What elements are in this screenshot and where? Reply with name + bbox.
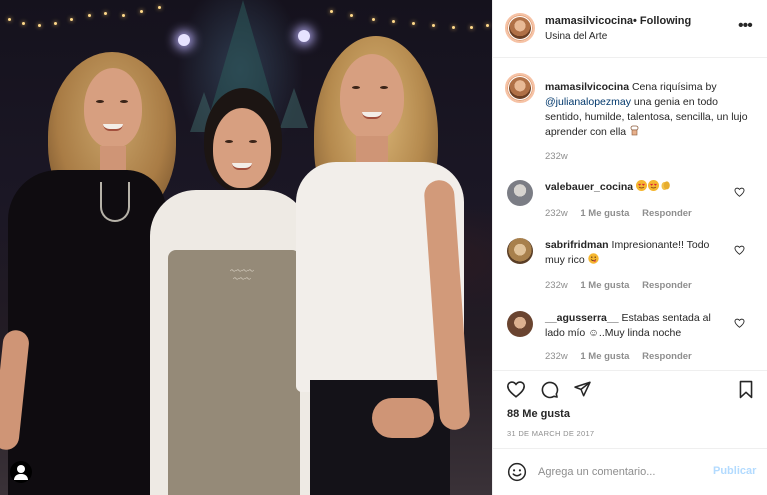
- caption-author-avatar[interactable]: [505, 73, 535, 103]
- caption-text-before: Cena riquísima by: [631, 81, 717, 93]
- post-caption: mamasilvicocina Cena riquísima by @julia…: [545, 80, 750, 140]
- apron-embroidery: 〜〜〜〜 〜〜〜: [229, 268, 254, 283]
- follow-status[interactable]: • Following: [633, 15, 691, 27]
- paper-plane-icon[interactable]: [573, 380, 592, 398]
- reply-button[interactable]: Responder: [642, 208, 692, 219]
- publish-button[interactable]: Publicar: [713, 465, 756, 477]
- comment-age[interactable]: 232w: [545, 208, 568, 219]
- comment-meta: 232w 1 Me gusta Responder: [545, 208, 702, 219]
- heart-eyes-emoji: [636, 180, 648, 191]
- yum-face-emoji: [587, 253, 599, 264]
- post-header: mamasilvicocina • Following Usina del Ar…: [493, 0, 767, 58]
- post-location[interactable]: Usina del Arte: [545, 31, 607, 42]
- author-username[interactable]: mamasilvicocina: [545, 15, 633, 27]
- heart-eyes-emoji: [648, 180, 660, 191]
- caption-mention[interactable]: @julianalopezmay: [545, 96, 631, 108]
- like-comment-heart-icon[interactable]: [734, 245, 745, 255]
- chef-hat-emoji: [629, 125, 640, 136]
- like-comment-heart-icon[interactable]: [734, 318, 745, 328]
- caption-age[interactable]: 232w: [545, 151, 568, 162]
- user-silhouette-icon[interactable]: [10, 461, 32, 483]
- post-date[interactable]: 31 DE MARCH DE 2017: [507, 429, 594, 438]
- comment-input[interactable]: [538, 463, 708, 481]
- comment-username[interactable]: valebauer_cocina: [545, 181, 633, 193]
- necklace: [100, 182, 130, 222]
- comment-age[interactable]: 232w: [545, 351, 568, 362]
- author-avatar[interactable]: [505, 13, 535, 43]
- bookmark-icon[interactable]: [738, 380, 754, 399]
- post-action-bar: [493, 370, 767, 400]
- comment-body: __agusserra__ Estabas sentada al lado mí…: [545, 311, 725, 341]
- heart-icon[interactable]: [506, 380, 526, 398]
- reply-button[interactable]: Responder: [642, 280, 692, 291]
- follow-state-label: Following: [639, 15, 692, 27]
- comment-body: valebauer_cocina: [545, 180, 725, 195]
- comment-meta: 232w 1 Me gusta Responder: [545, 351, 702, 362]
- reply-button[interactable]: Responder: [642, 351, 692, 362]
- comment-likes[interactable]: 1 Me gusta: [580, 280, 629, 291]
- comment-username[interactable]: __agusserra__: [545, 312, 619, 324]
- more-horizontal-icon[interactable]: •••: [738, 18, 753, 34]
- separator-dot: •: [633, 15, 637, 27]
- likes-count[interactable]: 88 Me gusta: [507, 408, 570, 420]
- stage-light: [178, 34, 190, 46]
- clapping-hands-emoji: [660, 180, 671, 191]
- comment-body: sabrifridman Impresionante!! Todo muy ri…: [545, 238, 725, 268]
- comment-age[interactable]: 232w: [545, 280, 568, 291]
- post-side-panel: mamasilvicocina • Following Usina del Ar…: [492, 0, 767, 495]
- stage-light: [298, 30, 310, 42]
- like-comment-heart-icon[interactable]: [734, 187, 745, 197]
- comment-likes[interactable]: 1 Me gusta: [580, 351, 629, 362]
- small-tree: [280, 88, 308, 128]
- comment-bubble-icon[interactable]: [540, 380, 559, 399]
- comment-username[interactable]: sabrifridman: [545, 239, 609, 251]
- caption-username[interactable]: mamasilvicocina: [545, 81, 629, 93]
- commenter-avatar[interactable]: [507, 238, 533, 264]
- commenter-avatar[interactable]: [507, 311, 533, 337]
- instagram-post-view: 〜〜〜〜 〜〜〜 mamasilvicocina • Following Usin…: [0, 0, 767, 495]
- comment-composer: Publicar: [493, 448, 767, 495]
- smiley-face-icon[interactable]: [507, 462, 527, 482]
- post-photo[interactable]: 〜〜〜〜 〜〜〜: [0, 0, 492, 495]
- comment-likes[interactable]: 1 Me gusta: [580, 208, 629, 219]
- comment-meta: 232w 1 Me gusta Responder: [545, 280, 702, 291]
- commenter-avatar[interactable]: [507, 180, 533, 206]
